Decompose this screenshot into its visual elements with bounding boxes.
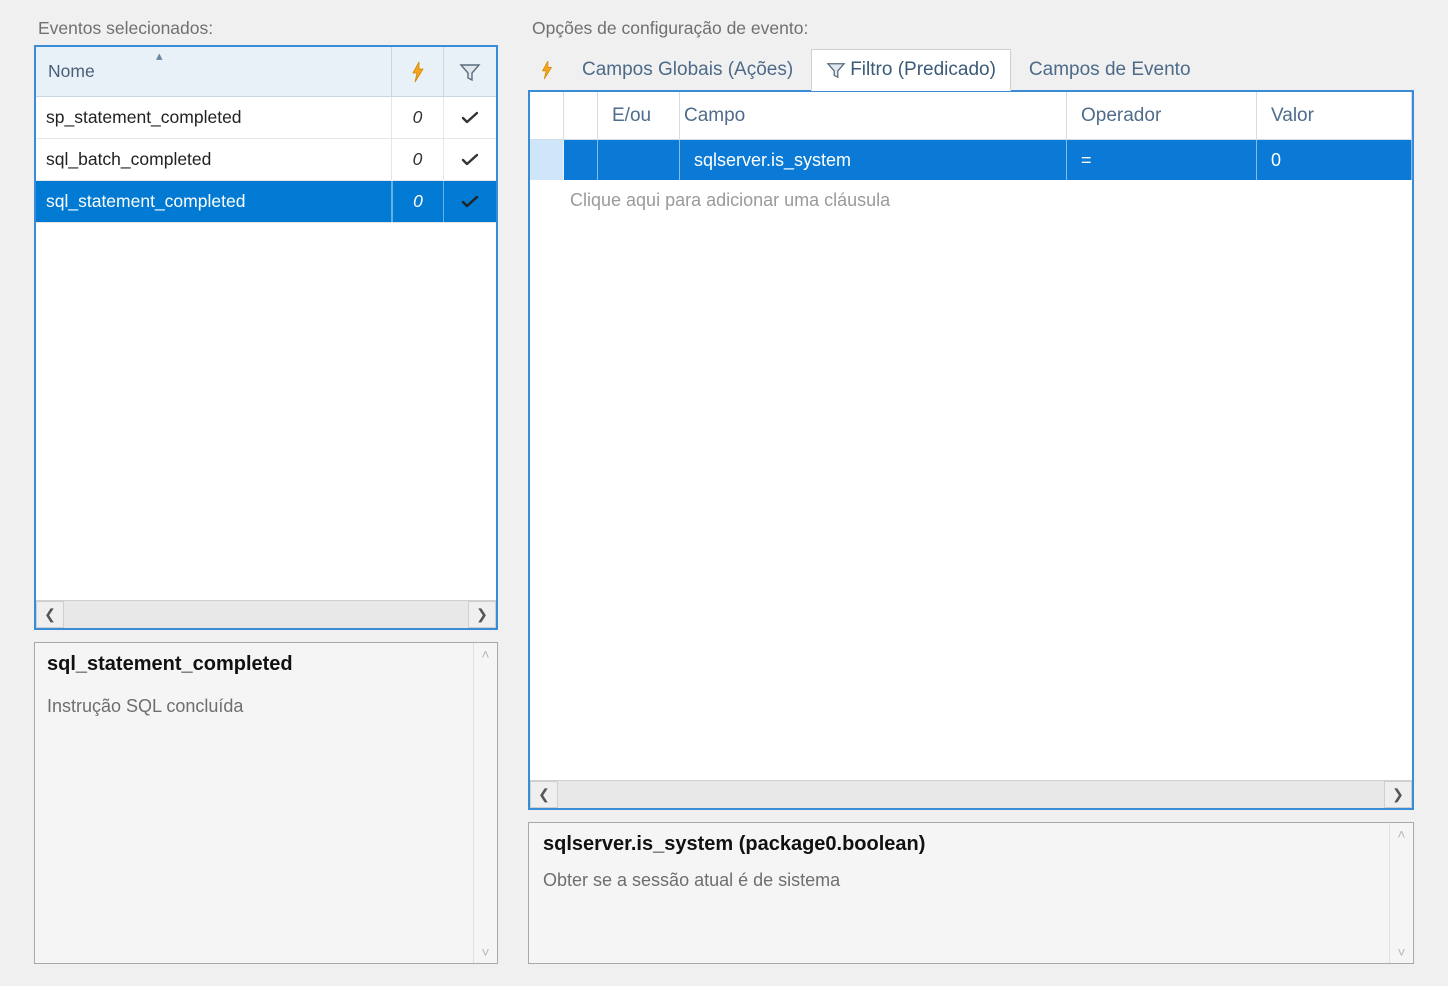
scroll-left-button[interactable]: ❮ bbox=[530, 781, 558, 808]
tab-filter-label: Filtro (Predicado) bbox=[850, 59, 996, 81]
tab-event-fields-label: Campos de Evento bbox=[1029, 59, 1191, 81]
event-name: sql_statement_completed bbox=[36, 181, 392, 222]
scroll-left-button[interactable]: ❮ bbox=[36, 601, 64, 628]
row-selector[interactable] bbox=[530, 140, 564, 180]
filter-header-operator[interactable]: Operador bbox=[1067, 92, 1257, 139]
check-icon bbox=[460, 152, 480, 168]
tab-event-fields[interactable]: Campos de Evento bbox=[1015, 49, 1205, 91]
config-options-label: Opções de configuração de evento: bbox=[528, 18, 1414, 39]
filter-clause-row[interactable]: sqlserver.is_system=0 bbox=[530, 140, 1412, 180]
filter-header-op-label: Operador bbox=[1081, 105, 1161, 127]
event-action-count: 0 bbox=[392, 97, 444, 138]
field-description-panel: sqlserver.is_system (package0.boolean) O… bbox=[528, 822, 1414, 964]
clause-field[interactable]: sqlserver.is_system bbox=[680, 140, 1067, 180]
filter-header-val-label: Valor bbox=[1271, 105, 1314, 127]
event-description-panel: sql_statement_completed Instrução SQL co… bbox=[34, 642, 498, 964]
field-info-title: sqlserver.is_system (package0.boolean) bbox=[543, 833, 1375, 856]
event-row[interactable]: sql_statement_completed0 bbox=[36, 181, 496, 223]
filter-horizontal-scrollbar[interactable]: ❮ ❯ bbox=[530, 780, 1412, 808]
clause-operator[interactable]: = bbox=[1067, 140, 1257, 180]
events-header-name-label: Nome bbox=[48, 61, 95, 82]
tab-global-fields-label: Campos Globais (Ações) bbox=[582, 59, 793, 81]
scroll-right-button[interactable]: ❯ bbox=[468, 601, 496, 628]
event-filter-flag bbox=[444, 139, 496, 180]
selected-events-table[interactable]: Nome ▴ sp_statement_completed0sql_batch_… bbox=[34, 45, 498, 630]
tab-global-fields[interactable]: Campos Globais (Ações) bbox=[568, 49, 807, 91]
event-filter-flag bbox=[444, 97, 496, 138]
scroll-track[interactable] bbox=[558, 781, 1384, 808]
events-horizontal-scrollbar[interactable]: ❮ ❯ bbox=[36, 600, 496, 628]
check-icon bbox=[460, 194, 480, 210]
event-row[interactable]: sql_batch_completed0 bbox=[36, 139, 496, 181]
field-info-desc: Obter se a sessão atual é de sistema bbox=[543, 870, 1375, 891]
row-selector bbox=[530, 180, 564, 220]
events-header-filter[interactable] bbox=[444, 47, 496, 96]
scroll-down-icon[interactable]: ˅ bbox=[474, 941, 497, 963]
selected-events-label: Eventos selecionados: bbox=[34, 18, 498, 39]
event-row[interactable]: sp_statement_completed0 bbox=[36, 97, 496, 139]
scroll-track[interactable] bbox=[64, 601, 468, 628]
filter-header-empty bbox=[564, 92, 598, 139]
config-tabs: Campos Globais (Ações) Filtro (Predicado… bbox=[528, 49, 1414, 91]
event-info-desc: Instrução SQL concluída bbox=[47, 696, 461, 717]
events-header-action[interactable] bbox=[392, 47, 444, 96]
events-header-name[interactable]: Nome ▴ bbox=[36, 47, 392, 96]
add-clause-text: Clique aqui para adicionar uma cláusula bbox=[564, 180, 1412, 220]
filter-predicate-grid[interactable]: E/ou Campo Operador Valor sqlserver.is_s… bbox=[528, 90, 1414, 810]
row-gutter bbox=[564, 140, 598, 180]
scroll-right-button[interactable]: ❯ bbox=[1384, 781, 1412, 808]
event-name: sp_statement_completed bbox=[36, 97, 392, 138]
sort-asc-icon: ▴ bbox=[156, 48, 163, 64]
filter-header-andor[interactable]: E/ou bbox=[598, 92, 680, 139]
clause-value[interactable]: 0 bbox=[1257, 140, 1412, 180]
filter-header-field-label: Campo bbox=[684, 105, 745, 127]
scroll-up-icon[interactable]: ˄ bbox=[474, 643, 497, 665]
check-icon bbox=[460, 110, 480, 126]
event-filter-flag bbox=[444, 181, 496, 222]
filter-header-value[interactable]: Valor bbox=[1257, 92, 1412, 139]
funnel-icon bbox=[459, 62, 481, 82]
event-action-count: 0 bbox=[392, 181, 444, 222]
event-name: sql_batch_completed bbox=[36, 139, 392, 180]
filter-header-andor-label: E/ou bbox=[612, 105, 651, 127]
event-action-count: 0 bbox=[392, 139, 444, 180]
scroll-down-icon[interactable]: ˅ bbox=[1390, 941, 1413, 963]
event-info-title: sql_statement_completed bbox=[47, 653, 461, 676]
lightning-icon bbox=[408, 60, 428, 84]
scroll-up-icon[interactable]: ˄ bbox=[1390, 823, 1413, 845]
funnel-icon bbox=[826, 61, 846, 79]
row-andor-cell[interactable] bbox=[598, 140, 680, 180]
filter-header-field[interactable]: Campo bbox=[680, 92, 1067, 139]
add-clause-placeholder[interactable]: Clique aqui para adicionar uma cláusula bbox=[530, 180, 1412, 220]
tab-filter-predicate[interactable]: Filtro (Predicado) bbox=[811, 49, 1011, 91]
tab-strip-lightning-icon bbox=[530, 49, 564, 91]
filter-header-selector bbox=[530, 92, 564, 139]
